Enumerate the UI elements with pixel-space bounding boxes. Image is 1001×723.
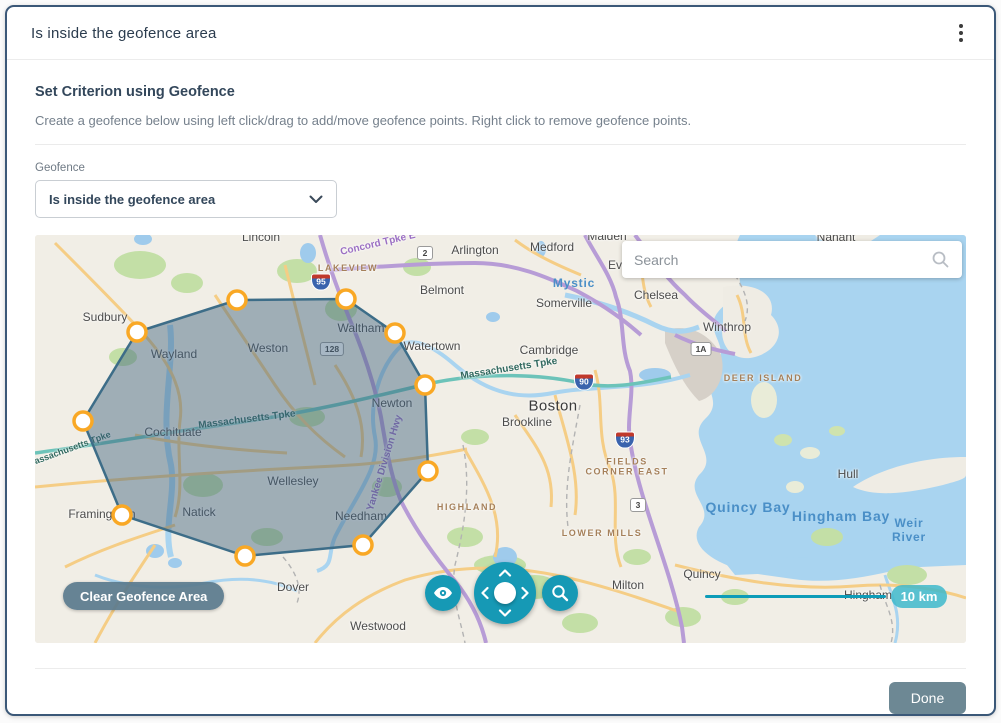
geofence-handle-9[interactable] bbox=[113, 506, 131, 524]
geofence-handle-1[interactable] bbox=[128, 323, 146, 341]
eye-icon bbox=[432, 582, 454, 604]
dialog-header: Is inside the geofence area bbox=[7, 7, 994, 60]
search-input[interactable] bbox=[634, 252, 931, 268]
geofence-handle-7[interactable] bbox=[354, 536, 372, 554]
map-zoom-button[interactable] bbox=[542, 575, 578, 611]
geofence-handle-4[interactable] bbox=[386, 324, 404, 342]
done-button[interactable]: Done bbox=[889, 682, 966, 714]
geofence-dialog: Is inside the geofence area Set Criterio… bbox=[5, 5, 996, 716]
map-scale-bar bbox=[705, 595, 886, 598]
geofence-handle-8[interactable] bbox=[236, 547, 254, 565]
pan-center-handle[interactable] bbox=[494, 582, 516, 604]
pan-right-icon[interactable] bbox=[521, 586, 529, 600]
geofence-select-value: Is inside the geofence area bbox=[49, 192, 215, 207]
geofence-handle-5[interactable] bbox=[416, 376, 434, 394]
dialog-body: Set Criterion using Geofence Create a ge… bbox=[7, 60, 994, 668]
geofence-map[interactable]: LincolnSudburyWaylandWestonWalthamWatert… bbox=[35, 235, 966, 643]
dialog-footer: Done bbox=[7, 668, 994, 714]
magnifier-icon bbox=[550, 583, 570, 603]
geofence-handle-6[interactable] bbox=[419, 462, 437, 480]
kebab-menu-icon[interactable] bbox=[948, 20, 974, 46]
section-description: Create a geofence below using left click… bbox=[35, 113, 966, 128]
search-icon[interactable] bbox=[931, 250, 950, 269]
chevron-down-icon bbox=[309, 195, 323, 204]
geofence-handle-10[interactable] bbox=[74, 412, 92, 430]
geofence-select[interactable]: Is inside the geofence area bbox=[35, 180, 337, 218]
dialog-title: Is inside the geofence area bbox=[31, 25, 217, 42]
geofence-field-label: Geofence bbox=[35, 162, 966, 174]
section-heading: Set Criterion using Geofence bbox=[35, 84, 966, 100]
clear-geofence-button[interactable]: Clear Geofence Area bbox=[63, 582, 224, 610]
geofence-handle-2[interactable] bbox=[228, 291, 246, 309]
pan-down-icon[interactable] bbox=[498, 609, 512, 617]
visibility-button[interactable] bbox=[425, 575, 461, 611]
map-scale-label: 10 km bbox=[891, 585, 947, 608]
map-search-box bbox=[622, 241, 962, 278]
pan-up-icon[interactable] bbox=[498, 569, 512, 577]
geofence-handle-3[interactable] bbox=[337, 290, 355, 308]
map-pan-control[interactable] bbox=[474, 562, 536, 624]
pan-left-icon[interactable] bbox=[481, 586, 489, 600]
section-divider bbox=[35, 144, 966, 145]
